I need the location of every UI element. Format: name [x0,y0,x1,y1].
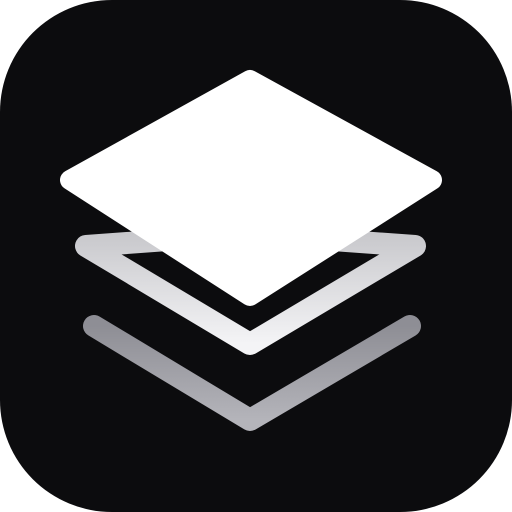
app-icon-canvas [0,0,512,512]
stacked-layers-icon [0,0,512,512]
